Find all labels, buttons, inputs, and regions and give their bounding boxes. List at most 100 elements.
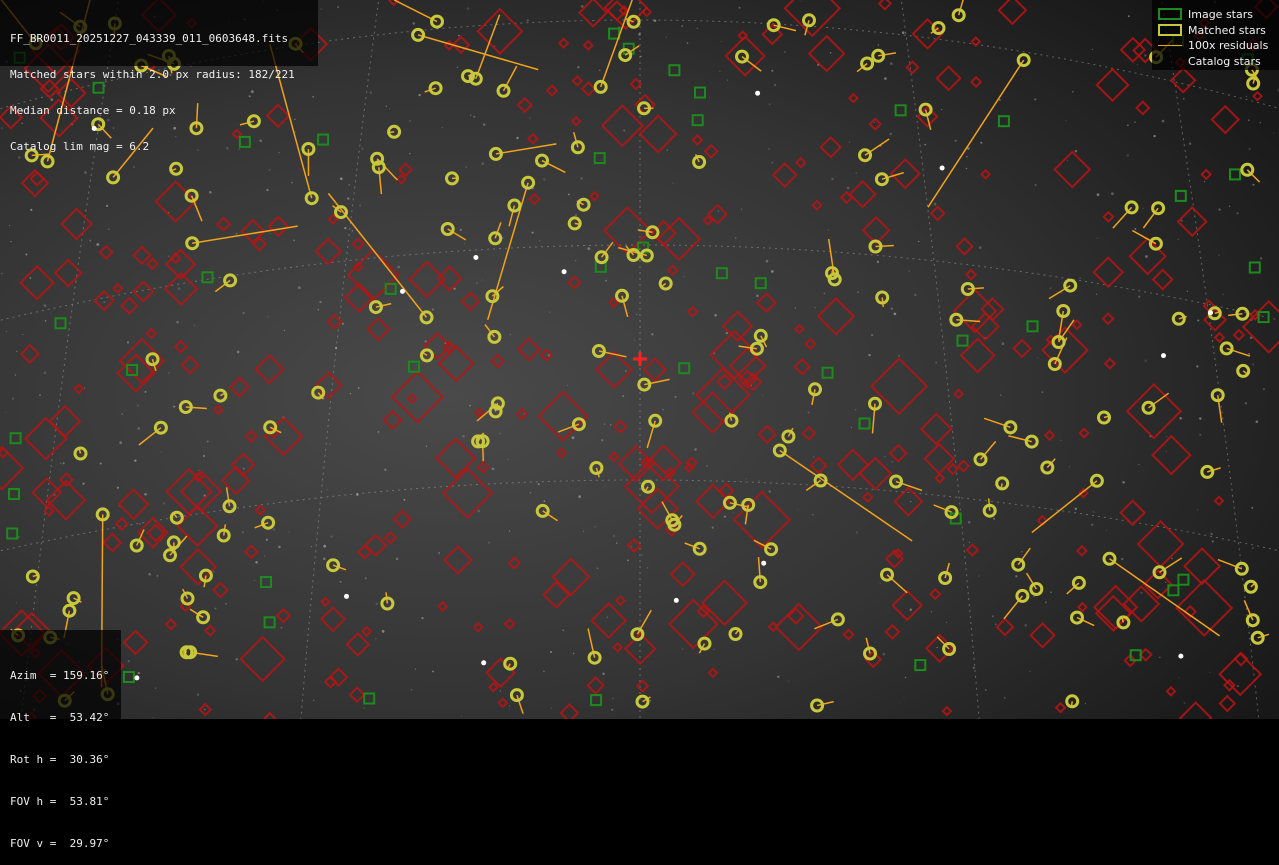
sky-noise-dot <box>507 459 508 460</box>
sky-noise-dot <box>980 142 982 144</box>
sky-noise-dot <box>856 172 858 174</box>
sky-noise-dot <box>1092 49 1093 50</box>
sky-noise-dot <box>1256 420 1259 423</box>
sky-noise-dot <box>692 392 694 394</box>
sky-noise-dot <box>137 404 139 406</box>
sky-noise-dot <box>389 108 390 109</box>
sky-noise-dot <box>1184 702 1186 704</box>
sky-noise-dot <box>1263 388 1265 390</box>
sky-noise-dot <box>1252 547 1254 549</box>
sky-noise-dot <box>801 1 802 2</box>
sky-noise-dot <box>163 502 165 504</box>
sky-noise-dot <box>1144 54 1146 56</box>
sky-noise-dot <box>477 510 480 513</box>
sky-noise-dot <box>335 347 337 349</box>
sky-noise-dot <box>1067 160 1069 162</box>
sky-noise-dot <box>768 148 769 149</box>
sky-noise-dot <box>527 19 529 21</box>
sky-noise-dot <box>509 530 510 531</box>
sky-noise-dot <box>898 355 899 356</box>
sky-noise-dot <box>267 316 268 317</box>
sky-noise-dot <box>741 209 742 210</box>
sky-noise-dot <box>418 94 420 96</box>
sky-noise-dot <box>1000 395 1001 396</box>
sky-noise-dot <box>824 293 826 295</box>
sky-noise-dot <box>1159 657 1160 658</box>
sky-noise-dot <box>148 573 151 576</box>
sky-noise-dot <box>462 435 465 438</box>
sky-noise-dot <box>288 531 290 533</box>
bright-star <box>1161 353 1166 358</box>
sky-noise-dot <box>918 241 919 242</box>
sky-noise-dot <box>567 385 568 386</box>
legend-residuals: 100x residuals <box>1157 37 1268 53</box>
sky-noise-dot <box>683 276 684 277</box>
sky-noise-dot <box>1210 533 1212 535</box>
sky-noise-dot <box>1122 482 1123 483</box>
sky-noise-dot <box>488 542 490 544</box>
sky-noise-dot <box>359 204 361 206</box>
sky-noise-dot <box>575 214 577 216</box>
sky-noise-dot <box>878 44 880 46</box>
sky-noise-dot <box>550 708 551 709</box>
sky-noise-dot <box>323 557 326 560</box>
sky-noise-dot <box>946 622 947 623</box>
sky-noise-dot <box>318 309 320 311</box>
sky-noise-dot <box>766 260 769 263</box>
bright-star <box>562 269 567 274</box>
sky-noise-dot <box>60 463 62 465</box>
sky-noise-dot <box>616 542 618 544</box>
sky-noise-dot <box>483 124 485 126</box>
sky-noise-dot <box>828 229 830 231</box>
sky-noise-dot <box>756 295 759 298</box>
fov-vertical-readout: FOV v = 29.97° <box>10 837 121 851</box>
sky-noise-dot <box>347 197 349 199</box>
sky-noise-dot <box>647 567 649 569</box>
sky-noise-dot <box>687 42 689 44</box>
sky-noise-dot <box>214 608 216 610</box>
sky-noise-dot <box>22 334 23 335</box>
sky-noise-dot <box>327 489 328 490</box>
sky-noise-dot <box>1209 672 1210 673</box>
sky-noise-dot <box>1171 558 1173 560</box>
sky-noise-dot <box>134 460 136 462</box>
sky-noise-dot <box>966 156 967 157</box>
sky-noise-dot <box>457 67 458 68</box>
sky-noise-dot <box>910 501 911 502</box>
legend-catalog-stars: Catalog stars <box>1157 53 1261 69</box>
sky-noise-dot <box>605 280 607 282</box>
sky-noise-dot <box>1218 208 1221 211</box>
sky-noise-dot <box>849 142 850 143</box>
sky-noise-dot <box>30 209 32 211</box>
sky-noise-dot <box>207 441 209 443</box>
sky-noise-dot <box>1189 143 1191 145</box>
sky-noise-dot <box>153 717 154 718</box>
sky-noise-dot <box>890 133 892 135</box>
sky-noise-dot <box>482 279 483 280</box>
image-star-symbol-icon <box>1158 8 1182 20</box>
sky-noise-dot <box>871 334 873 336</box>
sky-noise-dot <box>768 490 771 493</box>
sky-noise-dot <box>396 558 399 561</box>
sky-noise-dot <box>293 240 295 242</box>
sky-noise-dot <box>601 439 603 441</box>
sky-noise-dot <box>178 287 181 290</box>
sky-noise-dot <box>453 288 455 290</box>
sky-noise-dot <box>640 56 642 58</box>
sky-noise-dot <box>415 668 416 669</box>
sky-noise-dot <box>320 8 322 10</box>
sky-noise-dot <box>968 521 971 524</box>
sky-noise-dot <box>330 444 331 445</box>
sky-noise-dot <box>160 452 161 453</box>
sky-noise-dot <box>894 313 897 316</box>
sky-noise-dot <box>1050 591 1052 593</box>
residual-line <box>1104 416 1108 417</box>
sky-noise-dot <box>44 304 47 307</box>
sky-noise-dot <box>352 230 353 231</box>
bright-star <box>473 255 478 260</box>
sky-noise-dot <box>269 233 270 234</box>
sky-noise-dot <box>1237 212 1239 214</box>
sky-noise-dot <box>808 412 810 414</box>
sky-noise-dot <box>1145 360 1147 362</box>
residual-line <box>876 246 894 247</box>
